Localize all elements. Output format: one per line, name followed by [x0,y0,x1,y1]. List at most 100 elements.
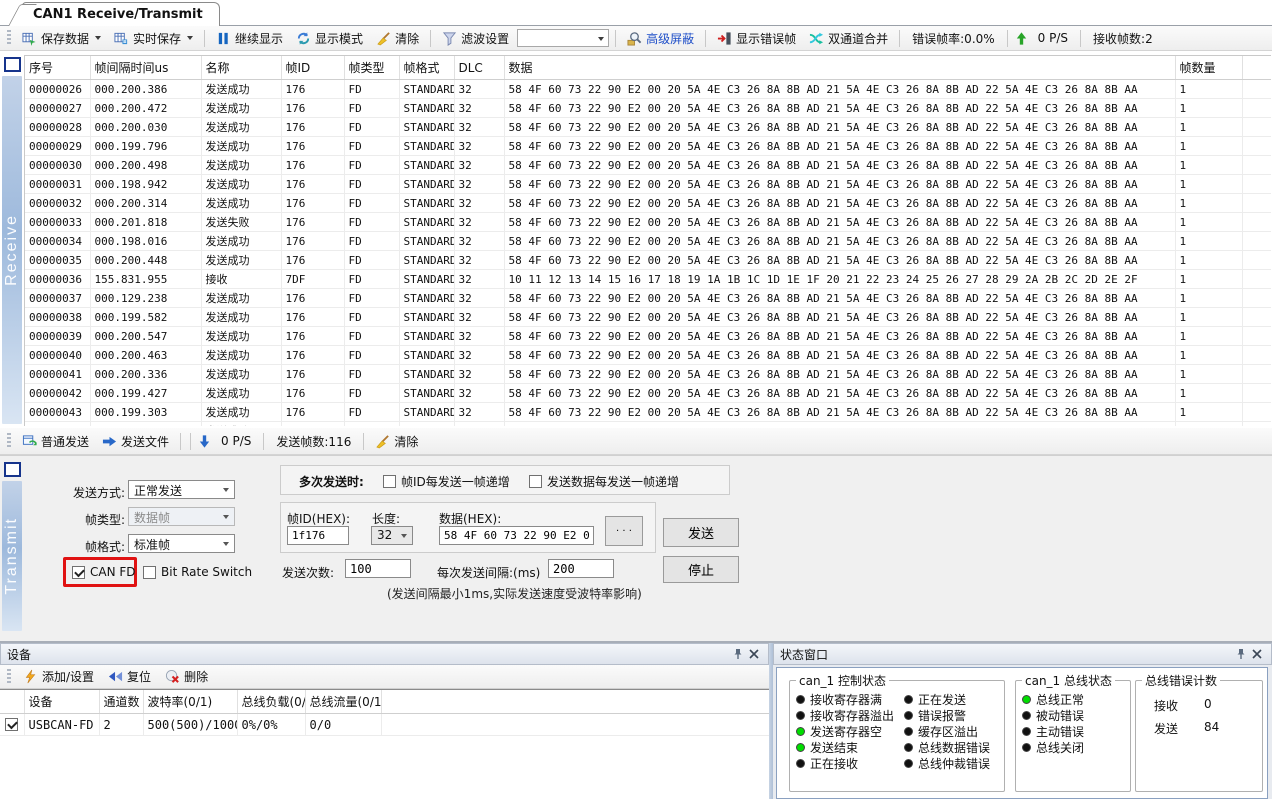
show-error-frames-button[interactable]: 显示错误帧 [712,27,801,50]
multi-send-groupbox: 多次发送时: 帧ID每发送一帧递增 发送数据每发送一帧递增 [280,465,730,495]
pin-icon[interactable] [1233,646,1249,662]
transmit-panel-icon[interactable] [4,462,21,477]
led-label: 正在接收 [810,755,858,772]
toolbar-grip[interactable] [7,433,11,449]
table-row[interactable]: 00000030 000.200.498 发送成功 176 FD STANDAR… [25,156,1271,175]
chevron-down-icon [598,37,604,41]
filter-preset-combobox[interactable] [517,29,609,47]
table-row[interactable]: 00000036 155.831.955 接收 7DF FD STANDARD … [25,270,1271,289]
delete-button[interactable]: 删除 [160,665,213,688]
table-row[interactable]: 00000027 000.200.472 发送成功 176 FD STANDAR… [25,99,1271,118]
send-count-input[interactable] [345,559,411,578]
bus-error-count-group: 总线错误计数 接收 0 发送 84 [1135,672,1263,792]
device-enabled-checkbox[interactable] [5,718,18,731]
bus-status-group: can_1 总线状态 总线正常 被动错误 [1015,672,1131,792]
send-mode-select[interactable]: 正常发送 [128,480,235,499]
clear-label: 清除 [395,30,419,47]
toolbar-separator [430,30,431,47]
bit-rate-switch-checkbox[interactable] [143,566,156,579]
length-select[interactable]: 32 [371,526,413,545]
toolbar-grip[interactable] [7,669,11,685]
error-frame-icon [717,31,732,46]
advanced-mask-button[interactable]: 高级屏蔽 [622,27,699,50]
toolbar-grip[interactable] [7,30,11,46]
control-status-group: can_1 控制状态 接收寄存器满 接收寄存器溢出 [789,672,1005,792]
table-row[interactable]: 00000028 000.200.030 发送成功 176 FD STANDAR… [25,118,1271,137]
send-interval-input[interactable] [548,559,614,578]
table-row[interactable]: 00000041 000.200.336 发送成功 176 FD STANDAR… [25,365,1271,384]
clear-button[interactable]: 清除 [371,27,424,50]
inc-frame-id-checkbox[interactable] [383,475,396,488]
led-label: 发送结束 [810,739,858,756]
inc-frame-id-checkbox-row[interactable]: 帧ID每发送一帧递增 [383,473,510,490]
status-led-item: 总线正常 [1022,692,1126,707]
device-row[interactable]: USBCAN-FD 2 500(500)/1000(5000) 0%/0% 0/… [0,714,769,736]
led-indicator [1022,743,1031,752]
receive-side-strip[interactable]: Receive [2,76,22,424]
table-row[interactable]: 00000032 000.200.314 发送成功 176 FD STANDAR… [25,194,1271,213]
transmit-side-strip[interactable]: Transmit [2,481,22,631]
receive-table-header[interactable]: 序号 帧间隔时间us 名称 帧ID 帧类型 帧格式 DLC 数据 帧数量 [25,56,1271,80]
table-row[interactable]: 00000035 000.200.448 发送成功 176 FD STANDAR… [25,251,1271,270]
bus-error-count-title: 总线错误计数 [1142,672,1220,689]
dock-splitter[interactable] [769,643,773,799]
table-row[interactable]: 00000029 000.199.796 发送成功 176 FD STANDAR… [25,137,1271,156]
table-row[interactable]: 00000034 000.198.016 发送成功 176 FD STANDAR… [25,232,1271,251]
chevron-down-icon[interactable] [187,36,193,40]
save-data-button[interactable]: 保存数据 [17,27,106,50]
pin-icon[interactable] [730,646,746,662]
table-row[interactable]: 00000038 000.199.582 发送成功 176 FD STANDAR… [25,308,1271,327]
close-icon[interactable] [746,646,762,662]
table-row[interactable]: 00000042 000.199.427 发送成功 176 FD STANDAR… [25,384,1271,403]
toolbar-separator [180,433,181,450]
data-hex-input[interactable] [439,526,594,545]
table-row[interactable]: 00000033 000.201.818 发送失败 176 FD STANDAR… [25,213,1271,232]
table-row[interactable]: 00000043 000.199.303 发送成功 176 FD STANDAR… [25,403,1271,422]
table-row[interactable]: 00000026 000.200.386 发送成功 176 FD STANDAR… [25,80,1271,99]
receive-strip-label: Receive [3,214,21,286]
frame-id-input[interactable] [287,526,349,545]
lightning-icon [23,669,38,684]
control-status-col1: 接收寄存器满 接收寄存器溢出 发送寄存器空 [796,691,894,771]
inc-data-checkbox[interactable] [529,475,542,488]
table-row[interactable]: 00000039 000.200.547 发送成功 176 FD STANDAR… [25,327,1271,346]
table-row[interactable]: 00000044 000.200.927 发送成功 176 FD STANDAR… [25,422,1271,427]
frame-format-select[interactable]: 标准帧 [128,534,235,553]
status-led-item: 发送结束 [796,740,894,755]
realtime-save-button[interactable]: 实时保存 [109,27,198,50]
data-browse-button[interactable]: · · · [605,516,643,546]
send-file-button[interactable]: 发送文件 [97,430,174,453]
bus-status-title: can_1 总线状态 [1022,672,1115,689]
control-status-title: can_1 控制状态 [796,672,889,689]
bit-rate-switch-checkbox-row[interactable]: Bit Rate Switch [143,565,252,579]
table-row[interactable]: 00000037 000.129.238 发送成功 176 FD STANDAR… [25,289,1271,308]
send-interval-label: 每次发送间隔:(ms) [437,564,540,581]
tab-bar: CAN1 Receive/Transmit [0,0,1272,26]
receive-table-container: 序号 帧间隔时间us 名称 帧ID 帧类型 帧格式 DLC 数据 帧数量 [24,55,1271,426]
tab-can1-receive-transmit[interactable]: CAN1 Receive/Transmit [22,2,220,26]
can-fd-checkbox-row[interactable]: CAN FD [72,565,136,579]
add-config-button[interactable]: 添加/设置 [18,665,99,688]
continue-display-button[interactable]: 继续显示 [211,27,288,50]
led-indicator [904,695,913,704]
magnifier-icon [627,31,642,46]
filter-settings-button[interactable]: 滤波设置 [437,27,514,50]
reset-button[interactable]: 复位 [103,665,156,688]
dual-channel-merge-button[interactable]: 双通道合并 [804,27,893,50]
table-row[interactable]: 00000040 000.200.463 发送成功 176 FD STANDAR… [25,346,1271,365]
status-led-item: 正在发送 [904,692,990,707]
close-icon[interactable] [1249,646,1265,662]
send-button[interactable]: 发送 [663,518,739,547]
frame-type-select[interactable]: 数据帧 [128,507,235,526]
display-mode-button[interactable]: 显示模式 [291,27,368,50]
frame-id-label: 帧ID(HEX): [287,510,350,527]
table-row[interactable]: 00000031 000.198.942 发送成功 176 FD STANDAR… [25,175,1271,194]
status-led-item: 正在接收 [796,756,894,771]
receive-panel-icon[interactable] [4,57,21,72]
stop-button[interactable]: 停止 [663,556,739,583]
normal-send-button[interactable]: 普通发送 [17,430,94,453]
transmit-clear-button[interactable]: 清除 [370,430,423,453]
chevron-down-icon[interactable] [95,36,101,40]
can-fd-checkbox[interactable] [72,566,85,579]
inc-data-checkbox-row[interactable]: 发送数据每发送一帧递增 [529,473,679,490]
